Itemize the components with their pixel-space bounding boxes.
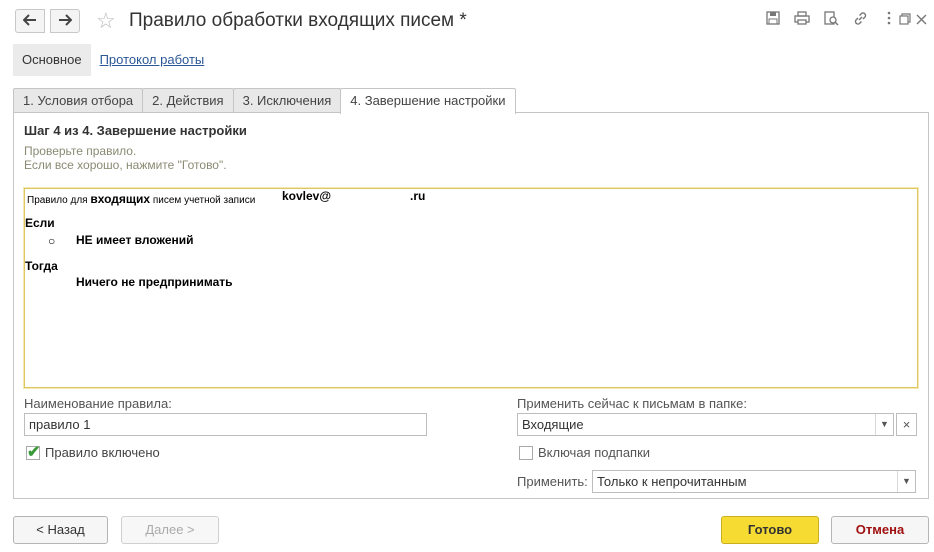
rule-name-label: Наименование правила: bbox=[24, 396, 172, 411]
link-icon[interactable] bbox=[851, 11, 869, 29]
checkmark-icon: ✔ bbox=[27, 444, 41, 461]
save-icon[interactable] bbox=[764, 11, 782, 29]
cancel-button[interactable]: Отмена bbox=[831, 516, 929, 544]
back-step-button[interactable]: < Назад bbox=[13, 516, 108, 544]
preview-condition: НЕ имеет вложений bbox=[76, 233, 194, 247]
subtab-main[interactable]: Основное bbox=[13, 44, 91, 76]
tab-panel: Шаг 4 из 4. Завершение настройки Проверь… bbox=[13, 112, 929, 499]
rule-enabled-checkbox[interactable]: ✔ bbox=[26, 444, 40, 461]
apply-value: Только к непрочитанным bbox=[597, 474, 747, 489]
preview-suffix: писем учетной записи bbox=[150, 195, 256, 206]
folder-select[interactable]: Входящие ▼ bbox=[517, 413, 894, 436]
tab-conditions[interactable]: 1. Условия отбора bbox=[13, 88, 144, 113]
preview-email: kovlev@ bbox=[282, 189, 332, 203]
step-title: Шаг 4 из 4. Завершение настройки bbox=[24, 123, 247, 138]
arrow-left-icon bbox=[22, 13, 37, 29]
preview-prefix: Правило для bbox=[27, 195, 91, 206]
preview-then-label: Тогда bbox=[25, 259, 58, 273]
wizard-tabs: 1. Условия отбора 2. Действия 3. Исключе… bbox=[13, 88, 516, 114]
preview-incoming: входящих bbox=[90, 192, 151, 206]
rule-enabled-label: Правило включено bbox=[45, 445, 160, 460]
preview-header: Правило для входящих писем учетной запис… bbox=[27, 191, 255, 206]
forward-button[interactable] bbox=[50, 9, 80, 33]
apply-label: Применить: bbox=[517, 474, 588, 489]
tab-actions[interactable]: 2. Действия bbox=[142, 88, 234, 113]
clear-folder-button[interactable]: × bbox=[896, 413, 917, 436]
chevron-down-icon[interactable]: ▼ bbox=[897, 471, 915, 492]
subtabs: Основное Протокол работы bbox=[13, 44, 213, 76]
next-step-button[interactable]: Далее > bbox=[121, 516, 219, 544]
preview-icon[interactable] bbox=[822, 11, 840, 29]
rule-preview: Правило для входящих писем учетной запис… bbox=[23, 187, 919, 389]
tab-finish[interactable]: 4. Завершение настройки bbox=[340, 88, 516, 114]
include-subfolders-label: Включая подпапки bbox=[538, 445, 651, 460]
clear-icon: × bbox=[902, 417, 911, 432]
back-button[interactable] bbox=[15, 9, 45, 33]
hint-done: Если все хорошо, нажмите "Готово". bbox=[24, 158, 227, 172]
tab-exceptions[interactable]: 3. Исключения bbox=[232, 88, 342, 113]
arrow-right-icon bbox=[58, 13, 73, 29]
preview-if-label: Если bbox=[25, 216, 55, 230]
window-title: Правило обработки входящих писем * bbox=[129, 10, 467, 31]
favorite-star-icon[interactable]: ☆ bbox=[96, 8, 116, 34]
done-button[interactable]: Готово bbox=[721, 516, 819, 544]
apply-now-label: Применить сейчас к письмам в папке: bbox=[517, 396, 747, 411]
close-icon[interactable] bbox=[912, 11, 930, 29]
subtab-log-link[interactable]: Протокол работы bbox=[91, 44, 214, 76]
bullet-icon: ○ bbox=[48, 234, 56, 248]
preview-action: Ничего не предпринимать bbox=[76, 275, 233, 289]
folder-value: Входящие bbox=[522, 417, 584, 432]
hint-check: Проверьте правило. bbox=[24, 144, 137, 158]
rule-name-input[interactable]: правило 1 bbox=[24, 413, 427, 436]
include-subfolders-checkbox[interactable] bbox=[519, 446, 533, 460]
apply-select[interactable]: Только к непрочитанным ▼ bbox=[592, 470, 916, 493]
title-bar: ☆ Правило обработки входящих писем * bbox=[0, 0, 934, 42]
print-icon[interactable] bbox=[793, 11, 811, 29]
chevron-down-icon[interactable]: ▼ bbox=[875, 414, 893, 435]
preview-domain: .ru bbox=[410, 189, 426, 203]
